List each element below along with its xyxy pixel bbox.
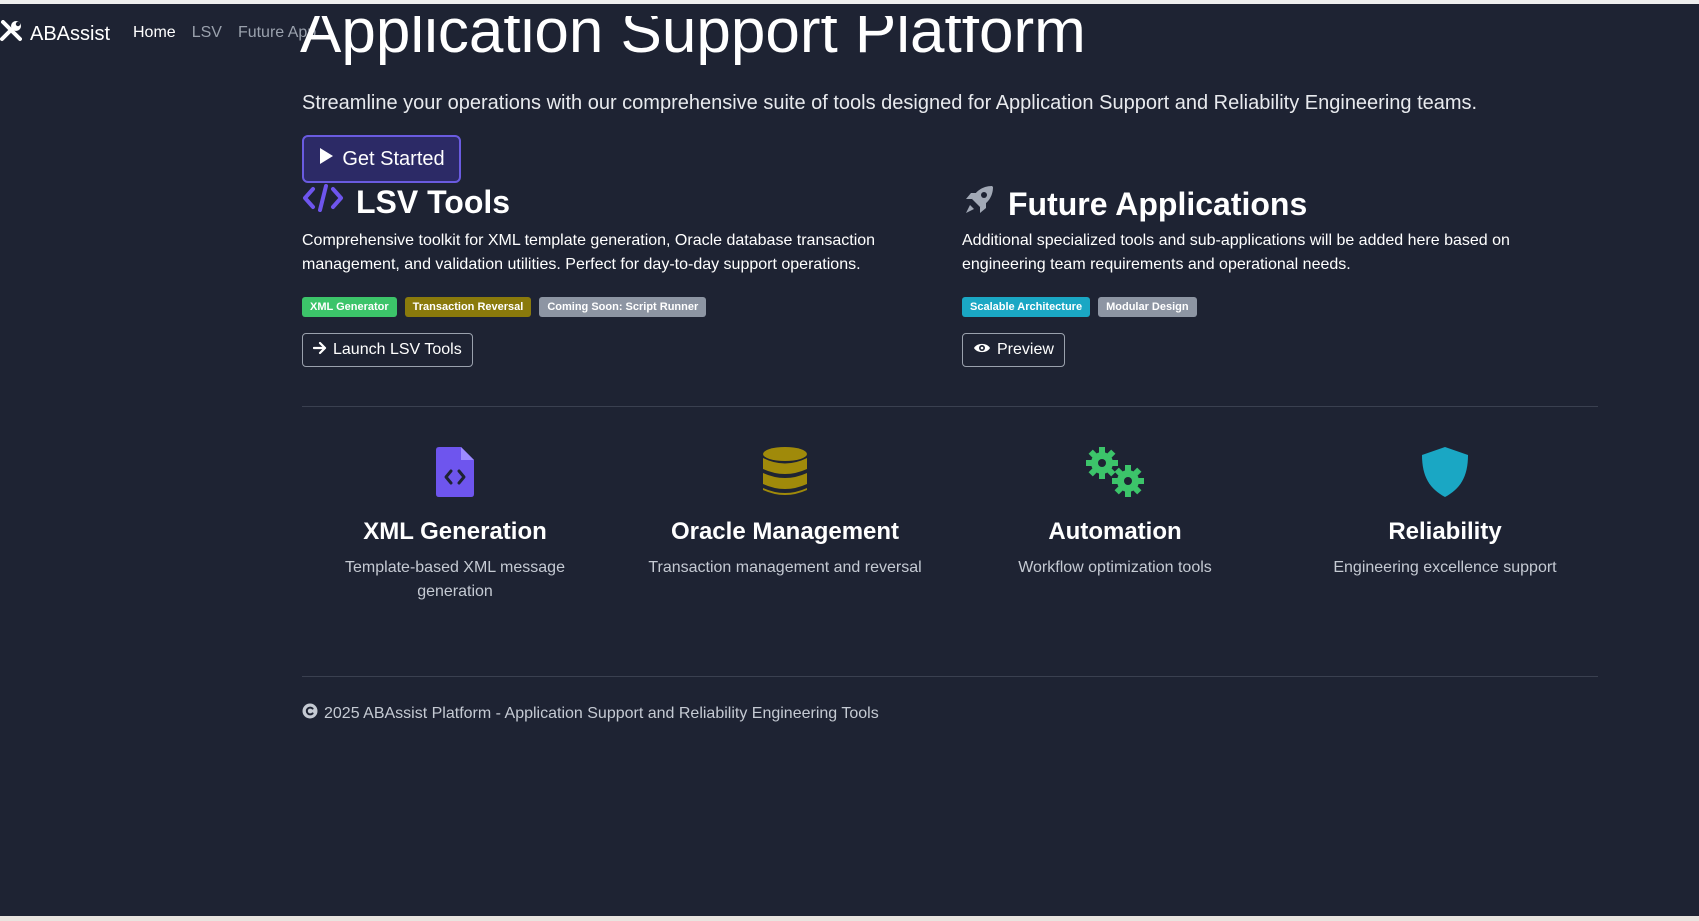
feature-description: Transaction management and reversal (648, 559, 922, 576)
feature-title: Reliability (1388, 518, 1502, 545)
shield-icon (1295, 446, 1595, 498)
section-divider (302, 406, 1598, 407)
hero-subtitle: Streamline your operations with our comp… (302, 92, 1478, 114)
lsv-section-heading: LSV Tools (302, 183, 510, 221)
footer-divider (302, 676, 1598, 677)
future-badges: Scalable Architecture Modular Design (962, 297, 1205, 317)
feature-title: Oracle Management (670, 518, 900, 545)
play-icon (318, 147, 334, 171)
nav-link-lsv[interactable]: LSV (192, 24, 222, 42)
launch-lsv-tools-button[interactable]: Launch LSV Tools (302, 333, 473, 367)
badge-xml-generator: XML Generator (302, 297, 397, 317)
window-bottom-edge (0, 916, 1699, 921)
arrow-right-icon (312, 341, 327, 360)
badge-scalable-architecture: Scalable Architecture (962, 297, 1091, 317)
lsv-section-title: LSV Tools (356, 183, 511, 220)
feature-description: Workflow optimization tools (1018, 559, 1212, 576)
feature-description: Template-based XML message generation (345, 559, 565, 600)
hero-title: Application Support Platform (300, 16, 1086, 66)
badge-modular-design: Modular Design (1098, 297, 1197, 317)
future-section-title: Future Applications (1008, 185, 1308, 222)
feature-title: Automation (1048, 518, 1182, 545)
gears-icon (965, 446, 1265, 498)
code-icon (302, 183, 344, 221)
copyright-icon (302, 703, 318, 724)
feature-xml-generation: XML Generation Template-based XML messag… (305, 446, 605, 604)
feature-automation: Automation Workflow optimization tools (965, 446, 1265, 580)
future-section-description: Additional specialized tools and sub-app… (962, 232, 1510, 273)
eye-icon (973, 341, 991, 360)
file-code-icon (305, 446, 605, 498)
badge-transaction-reversal: Transaction Reversal (404, 297, 532, 317)
lsv-badges: XML Generator Transaction Reversal Comin… (302, 297, 714, 317)
feature-oracle-management: Oracle Management Transaction management… (635, 446, 935, 580)
feature-reliability: Reliability Engineering excellence suppo… (1295, 446, 1595, 580)
footer-text: 2025 ABAssist Platform - Application Sup… (324, 704, 879, 722)
feature-description: Engineering excellence support (1333, 559, 1557, 576)
get-started-button[interactable]: Get Started (302, 135, 461, 183)
feature-title: XML Generation (363, 518, 547, 545)
brand-name: ABAssist (30, 22, 111, 45)
tools-icon (0, 20, 22, 48)
rocket-icon (962, 183, 996, 225)
preview-label: Preview (997, 341, 1054, 358)
nav-links: Home LSV Future App (133, 24, 316, 42)
badge-coming-soon: Coming Soon: Script Runner (539, 297, 707, 317)
nav-link-home[interactable]: Home (133, 24, 176, 42)
get-started-label: Get Started (342, 147, 445, 170)
footer: 2025 ABAssist Platform - Application Sup… (302, 703, 879, 724)
preview-button[interactable]: Preview (962, 333, 1065, 367)
lsv-section-description: Comprehensive toolkit for XML template g… (302, 232, 876, 273)
database-icon (635, 446, 935, 498)
launch-lsv-tools-label: Launch LSV Tools (333, 341, 462, 358)
future-section-heading: Future Applications (962, 183, 1307, 225)
navbar-brand[interactable]: ABAssist (0, 20, 110, 48)
